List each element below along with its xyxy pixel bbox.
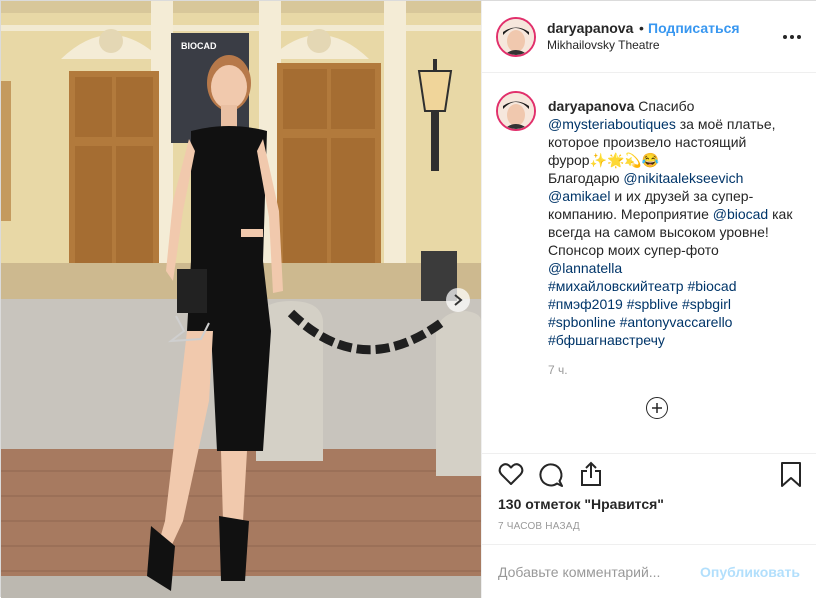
photo-sign-text: BIOCAD [181,41,217,51]
mention-link[interactable]: @mysteriaboutiques [548,116,676,132]
post-author-username[interactable]: daryapanova [547,20,633,36]
caption-text-part: за моё платье, [675,116,776,132]
hashtags-line[interactable]: #бфшагнавстречу [548,331,808,349]
caption-text-part: всегда на самом высоком уровне! [548,224,769,240]
caption-text-part: и их друзей за супер- [610,188,754,204]
avatar-image [498,19,534,55]
photo-illustration: BIOCAD [1,1,481,598]
follow-button[interactable]: Подписаться [648,20,740,36]
publish-button[interactable]: Опубликовать [700,564,800,580]
caption-text-part: Спасибо [634,98,695,114]
caption-text: daryapanova Спасибо @mysteriaboutiques з… [548,97,808,349]
bookmark-icon[interactable] [780,462,802,488]
load-more-comments-button[interactable] [646,397,668,419]
next-photo-button[interactable] [446,288,470,312]
caption-comment: daryapanova Спасибо @mysteriaboutiques з… [482,73,816,453]
caption-text-part: фурор✨🌟💫😂 [548,152,660,168]
separator-dot: • [639,20,644,36]
post-sidebar: daryapanova • Подписаться Mikhailovsky T… [481,1,816,598]
plus-circle-icon [652,403,662,413]
likes-count[interactable]: 130 отметок "Нравится" [498,496,664,512]
hashtags-line[interactable]: #пмэф2019 #spblive #spbgirl [548,295,808,313]
caption-text-part: компанию. Мероприятие [548,206,713,222]
mention-link[interactable]: @amikael [548,188,610,204]
avatar-image [498,93,534,129]
comment-input[interactable] [498,563,688,581]
mention-link[interactable]: @biocad [713,206,768,222]
hashtags-line[interactable]: #spbonline #antonyvaccarello [548,313,808,331]
instagram-post: BIOCAD daryapanova • Подписаться Mikhail… [0,0,816,598]
caption-text-part: Спонсор моих супер-фото [548,242,719,258]
post-location[interactable]: Mikhailovsky Theatre [547,38,660,52]
caption-text-part: как [768,206,793,222]
caption-avatar[interactable] [496,91,536,131]
post-actions: 130 отметок "Нравится" 7 ЧАСОВ НАЗАД [482,453,816,543]
hashtags-line[interactable]: #михайловскийтеатр #biocad [548,277,808,295]
chevron-right-icon [454,294,463,306]
caption-username[interactable]: daryapanova [548,98,634,114]
more-options-icon[interactable] [782,29,802,45]
mention-link[interactable]: @lannatella [548,259,808,277]
heart-icon[interactable] [498,462,524,486]
post-photo[interactable]: BIOCAD [1,1,481,598]
post-header: daryapanova • Подписаться Mikhailovsky T… [482,1,816,73]
comment-icon[interactable] [538,462,564,488]
caption-text-part: Благодарю [548,170,624,186]
caption-time: 7 ч. [548,363,568,377]
avatar[interactable] [496,17,536,57]
add-comment-bar: Опубликовать [482,544,816,598]
share-icon[interactable] [579,461,603,487]
post-date: 7 ЧАСОВ НАЗАД [498,521,580,532]
caption-text-part: которое произвело настоящий [548,134,747,150]
mention-link[interactable]: @nikitaalekseevich [623,170,743,186]
